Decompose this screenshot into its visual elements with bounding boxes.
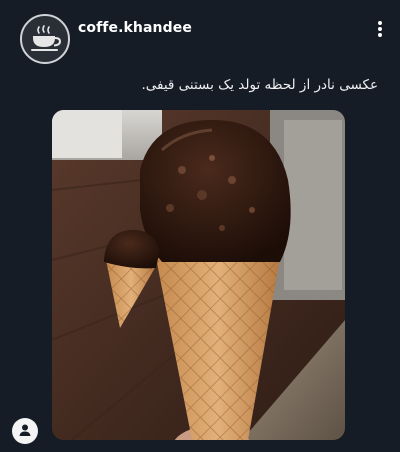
user-tag-icon bbox=[18, 422, 32, 441]
avatar[interactable] bbox=[20, 14, 70, 64]
coffee-cup-icon bbox=[28, 24, 62, 54]
post-photo[interactable] bbox=[52, 110, 345, 440]
username[interactable]: coffe.khandee bbox=[78, 20, 192, 36]
more-options-button[interactable] bbox=[370, 20, 390, 42]
more-vertical-icon bbox=[377, 20, 383, 42]
post-header: coffe.khandee bbox=[0, 0, 400, 72]
tagged-users-button[interactable] bbox=[12, 418, 38, 444]
post-caption: عکسی نادر از لحظه تولد یک بستنی قیفی. bbox=[141, 77, 378, 93]
